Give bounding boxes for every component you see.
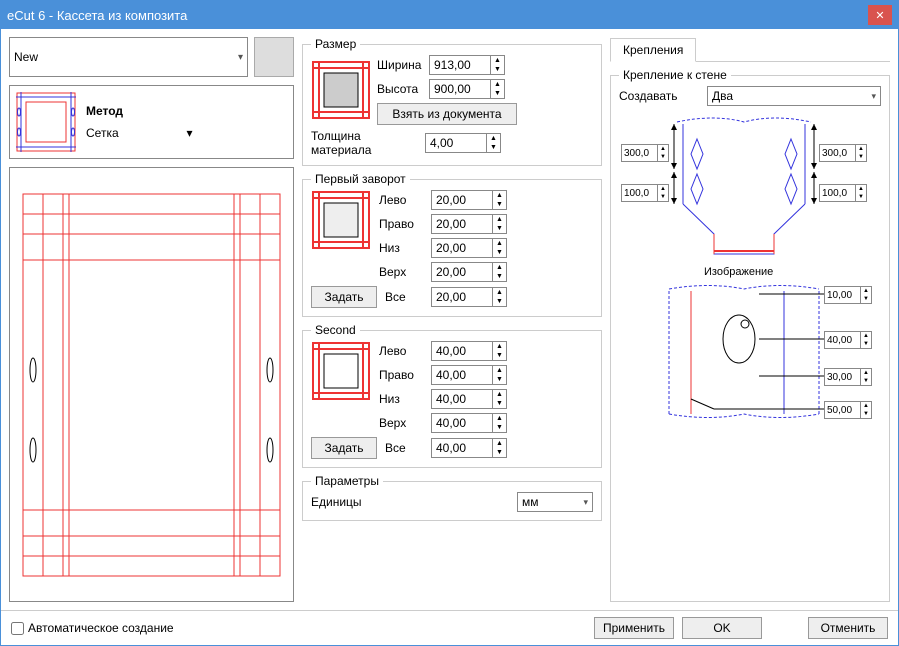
img-p1-input[interactable]: 10,00▲▼ xyxy=(824,286,872,304)
fold1-bottom-input[interactable]: 20,00▲▼ xyxy=(431,238,507,258)
preset-value: New xyxy=(14,50,238,64)
height-input[interactable]: 900,00▲▼ xyxy=(429,79,505,99)
fold1-all-input[interactable]: 20,00▲▼ xyxy=(431,287,507,307)
size-legend: Размер xyxy=(311,37,360,51)
fold2-top-input[interactable]: 40,00▲▼ xyxy=(431,413,507,433)
thickness-input[interactable]: 4,00▲▼ xyxy=(425,133,501,153)
footer-bar: Автоматическое создание Применить OK Отм… xyxy=(1,610,898,645)
auto-create-label: Автоматическое создание xyxy=(28,621,174,635)
tab-header: Крепления xyxy=(610,37,890,62)
from-document-button[interactable]: Взять из документа xyxy=(377,103,517,125)
fold1-legend: Первый заворот xyxy=(311,172,410,186)
fold2-left-input[interactable]: 40,00▲▼ xyxy=(431,341,507,361)
fold2-group: Second Лево 40,00▲▼ xyxy=(302,323,602,468)
method-text: Метод Сетка ▾ xyxy=(86,104,287,140)
preview-drawing xyxy=(19,190,284,580)
dim-bot-right-input[interactable]: 100,0▲▼ xyxy=(819,184,867,202)
method-label: Метод xyxy=(86,104,287,118)
fold1-all-label: Все xyxy=(385,290,423,304)
size-thumbnail xyxy=(311,60,371,120)
window-title: eCut 6 - Кассета из композита xyxy=(7,8,868,23)
fold2-right-input[interactable]: 40,00▲▼ xyxy=(431,365,507,385)
chevron-down-icon: ▾ xyxy=(187,126,288,140)
chevron-down-icon: ▾ xyxy=(238,52,243,63)
method-dropdown[interactable]: Сетка ▾ xyxy=(86,126,287,140)
fold1-bottom-label: Низ xyxy=(379,241,427,255)
fold1-group: Первый заворот Лево 20,00▲▼ xyxy=(302,172,602,317)
fold1-right-input[interactable]: 20,00▲▼ xyxy=(431,214,507,234)
app-window: eCut 6 - Кассета из композита ✕ New ▾ xyxy=(0,0,899,646)
img-p2-input[interactable]: 40,00▲▼ xyxy=(824,331,872,349)
method-value: Сетка xyxy=(86,126,187,140)
fold2-all-label: Все xyxy=(385,441,423,455)
fold1-left-input[interactable]: 20,00▲▼ xyxy=(431,190,507,210)
auto-create-input[interactable] xyxy=(11,622,24,635)
width-input[interactable]: 913,00▲▼ xyxy=(429,55,505,75)
units-select[interactable]: мм ▾ xyxy=(517,492,593,512)
params-group: Параметры Единицы мм ▾ xyxy=(302,474,602,521)
fold2-all-input[interactable]: 40,00▲▼ xyxy=(431,438,507,458)
fold2-top-label: Верх xyxy=(379,416,427,430)
wall-mount-group: Крепление к стене Создавать Два ▾ xyxy=(610,68,890,602)
chevron-down-icon: ▾ xyxy=(871,91,876,102)
image-label: Изображение xyxy=(704,266,773,278)
left-column: New ▾ xyxy=(9,37,294,602)
fold2-left-label: Лево xyxy=(379,344,427,358)
fold1-right-label: Право xyxy=(379,217,427,231)
fold2-bottom-input[interactable]: 40,00▲▼ xyxy=(431,389,507,409)
middle-column: Размер Ширина xyxy=(302,37,602,602)
size-group: Размер Ширина xyxy=(302,37,602,166)
color-swatch[interactable] xyxy=(254,37,294,77)
fold1-set-button[interactable]: Задать xyxy=(311,286,377,308)
fold1-left-label: Лево xyxy=(379,193,427,207)
method-panel: Метод Сетка ▾ xyxy=(9,85,294,159)
titlebar: eCut 6 - Кассета из композита ✕ xyxy=(1,1,898,29)
height-label: Высота xyxy=(377,82,425,96)
dim-top-right-input[interactable]: 300,0▲▼ xyxy=(819,144,867,162)
preset-dropdown[interactable]: New ▾ xyxy=(9,37,248,77)
dim-bot-left-input[interactable]: 100,0▲▼ xyxy=(621,184,669,202)
dim-top-left-input[interactable]: 300,0▲▼ xyxy=(621,144,669,162)
wall-legend: Крепление к стене xyxy=(619,68,731,82)
fold2-right-label: Право xyxy=(379,368,427,382)
fold2-set-button[interactable]: Задать xyxy=(311,437,377,459)
create-select[interactable]: Два ▾ xyxy=(707,86,881,106)
chevron-down-icon: ▾ xyxy=(583,497,588,508)
fold1-top-label: Верх xyxy=(379,265,427,279)
apply-button[interactable]: Применить xyxy=(594,617,674,639)
method-thumbnail xyxy=(16,92,76,152)
img-p3-input[interactable]: 30,00▲▼ xyxy=(824,368,872,386)
fold2-legend: Second xyxy=(311,323,360,337)
width-label: Ширина xyxy=(377,58,425,72)
cancel-button[interactable]: Отменить xyxy=(808,617,888,639)
units-label: Единицы xyxy=(311,495,509,509)
preview-panel xyxy=(9,167,294,602)
tab-fasteners[interactable]: Крепления xyxy=(610,38,696,62)
params-legend: Параметры xyxy=(311,474,383,488)
fold2-thumbnail xyxy=(311,341,371,401)
fold1-thumbnail xyxy=(311,190,371,250)
fold1-top-input[interactable]: 20,00▲▼ xyxy=(431,262,507,282)
content-area: New ▾ xyxy=(1,29,898,610)
auto-create-checkbox[interactable]: Автоматическое создание xyxy=(11,621,174,635)
preset-row: New ▾ xyxy=(9,37,294,77)
thickness-label: Толщина материала xyxy=(311,129,421,157)
close-button[interactable]: ✕ xyxy=(868,5,892,25)
right-column: Крепления Крепление к стене Создавать Дв… xyxy=(610,37,890,602)
fold2-bottom-label: Низ xyxy=(379,392,427,406)
diagram-area: 300,0▲▼ 300,0▲▼ 100,0▲▼ 100,0▲▼ Изображе… xyxy=(619,114,881,593)
ok-button[interactable]: OK xyxy=(682,617,762,639)
create-label: Создавать xyxy=(619,89,699,103)
img-p4-input[interactable]: 50,00▲▼ xyxy=(824,401,872,419)
